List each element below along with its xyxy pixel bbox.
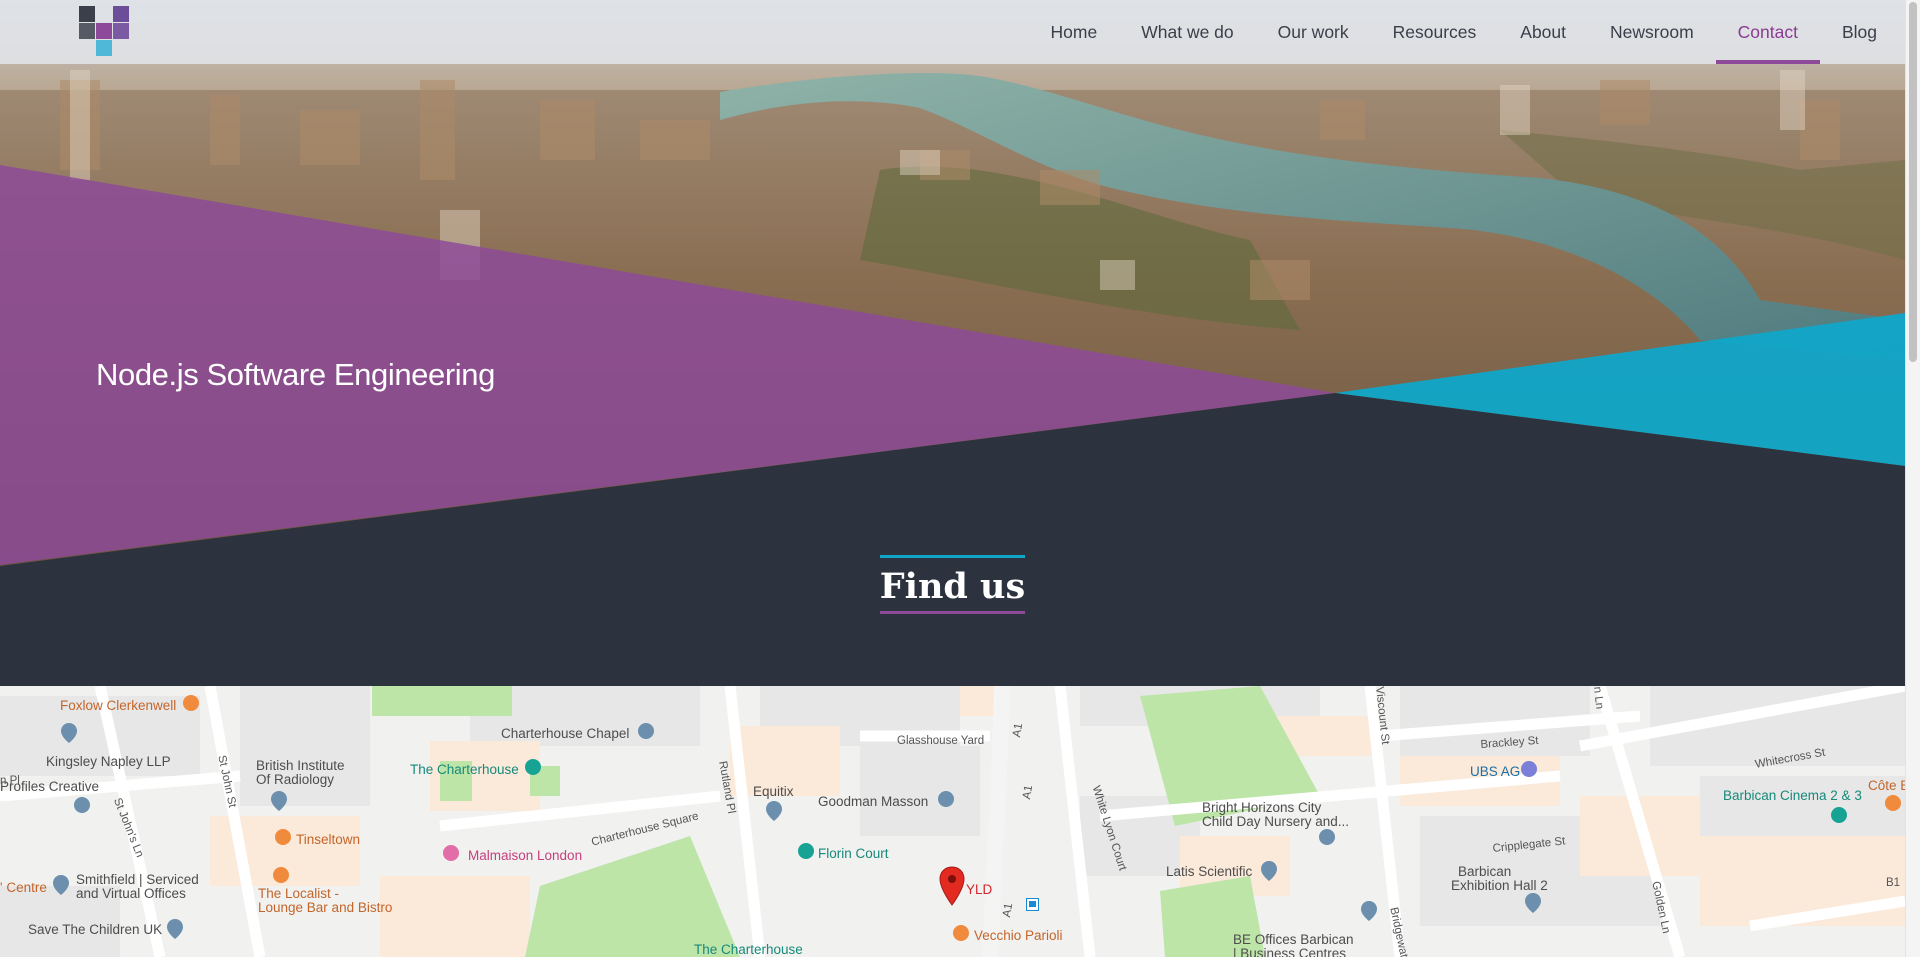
hotel-pin-icon[interactable]: [442, 844, 460, 866]
map-label-the-charterhouse[interactable]: The Charterhouse: [410, 762, 519, 777]
map-base: [0, 686, 1905, 957]
top-navigation: Home What we do Our work Resources About…: [0, 0, 1905, 64]
nav-about[interactable]: About: [1498, 0, 1588, 64]
map-label-malmaison[interactable]: Malmaison London: [468, 848, 582, 863]
map-label-foxlow[interactable]: Foxlow Clerkenwell: [60, 698, 176, 713]
map-label-the-charterhouse-2[interactable]: The Charterhouse: [694, 942, 803, 957]
map-label-be-offices-2[interactable]: | Business Centres: [1233, 946, 1346, 957]
map-label-bright-2[interactable]: Child Day Nursery and...: [1202, 814, 1349, 829]
map-label-barbican-ex-2[interactable]: Exhibition Hall 2: [1451, 878, 1548, 893]
map-label-yld[interactable]: YLD: [966, 882, 992, 897]
map-label-smithfield-1[interactable]: Smithfield | Serviced: [76, 872, 199, 887]
map-label-smithfield-2[interactable]: and Virtual Offices: [76, 886, 186, 901]
map-label-charterhouse-chapel[interactable]: Charterhouse Chapel: [501, 726, 629, 741]
finance-pin-icon[interactable]: [1520, 760, 1538, 782]
place-pin-icon[interactable]: [1360, 900, 1378, 922]
street-ln-top: n Ln: [1591, 686, 1606, 710]
map-label-glasshouse: Glasshouse Yard: [897, 735, 985, 747]
street-pl: n Pl: [0, 775, 20, 787]
street-a1-top: A1: [1010, 722, 1026, 739]
nav-newsroom[interactable]: Newsroom: [1588, 0, 1716, 64]
hero-title: Node.js Software Engineering: [96, 357, 495, 392]
nav-contact[interactable]: Contact: [1715, 0, 1821, 64]
restaurant-pin-icon[interactable]: [1884, 794, 1902, 816]
map-label-vecchio[interactable]: Vecchio Parioli: [974, 928, 1063, 943]
map-label-british-institute-1[interactable]: British Institute: [256, 758, 345, 773]
nav-what-we-do[interactable]: What we do: [1119, 0, 1255, 64]
find-us-heading: Find us: [0, 555, 1905, 614]
nav-home[interactable]: Home: [1029, 0, 1120, 64]
yld-logo[interactable]: [79, 6, 131, 58]
map-label-kingsley[interactable]: Kingsley Napley LLP: [46, 754, 171, 769]
scrollbar-thumb[interactable]: [1909, 2, 1917, 362]
place-pin-icon[interactable]: [765, 800, 783, 822]
map-label-bright-1[interactable]: Bright Horizons City: [1202, 800, 1321, 815]
nav-blog[interactable]: Blog: [1820, 0, 1905, 64]
place-pin-icon[interactable]: [52, 874, 70, 896]
place-pin-icon[interactable]: [1260, 860, 1278, 882]
nav-resources[interactable]: Resources: [1371, 0, 1499, 64]
map-label-barbican-ex-1[interactable]: Barbican: [1458, 864, 1511, 879]
street-a1-mid: A1: [1020, 784, 1036, 801]
map-label-barbican-cinema[interactable]: Barbican Cinema 2 & 3: [1723, 788, 1862, 803]
map-label-be-offices-1[interactable]: BE Offices Barbican: [1233, 932, 1354, 947]
map-label-ubs[interactable]: UBS AG: [1470, 764, 1520, 779]
map-label-british-institute-2[interactable]: Of Radiology: [256, 772, 334, 787]
page-scrollbar[interactable]: [1905, 0, 1920, 957]
find-us-underline: Find us: [879, 555, 1026, 614]
section-title: Find us: [879, 566, 1026, 607]
street-b1: B1: [1886, 877, 1901, 889]
bank-pin-icon[interactable]: [73, 796, 91, 818]
restaurant-pin-icon[interactable]: [952, 924, 970, 946]
map-label-latis[interactable]: Latis Scientific: [1166, 864, 1252, 879]
map-label-tinseltown[interactable]: Tinseltown: [296, 832, 360, 847]
building-pin-icon[interactable]: [797, 842, 815, 864]
location-marker-icon[interactable]: [939, 866, 965, 906]
nav-our-work[interactable]: Our work: [1256, 0, 1371, 64]
hero-banner: Node.js Software Engineering Find us: [0, 0, 1905, 686]
place-pin-icon[interactable]: [166, 918, 184, 940]
map-label-localist-2[interactable]: Lounge Bar and Bistro: [258, 900, 392, 915]
place-pin-icon[interactable]: [1524, 892, 1542, 914]
museum-pin-icon[interactable]: [524, 758, 542, 780]
restaurant-pin-icon[interactable]: [182, 694, 200, 716]
place-pin-icon[interactable]: [270, 790, 288, 812]
place-pin-icon[interactable]: [60, 722, 78, 744]
street-a1-bottom: A1: [1000, 902, 1016, 919]
map-label-cote[interactable]: Côte B: [1868, 778, 1905, 793]
restaurant-pin-icon[interactable]: [272, 866, 290, 888]
map-label-save-children[interactable]: Save The Children UK: [28, 922, 162, 937]
google-map[interactable]: Foxlow Clerkenwell Kingsley Napley LLP P…: [0, 686, 1905, 957]
map-label-goodman[interactable]: Goodman Masson: [818, 794, 928, 809]
page: Node.js Software Engineering Find us Hom…: [0, 0, 1920, 957]
restaurant-pin-icon[interactable]: [274, 828, 292, 850]
school-pin-icon[interactable]: [1318, 828, 1336, 850]
map-label-equitix[interactable]: Equitix: [753, 784, 794, 799]
map-label-centre[interactable]: ' Centre: [0, 880, 47, 895]
bus-stop-icon[interactable]: [1026, 898, 1039, 911]
map-label-localist-1[interactable]: The Localist -: [258, 886, 339, 901]
church-pin-icon[interactable]: [637, 722, 655, 744]
bank-pin-icon[interactable]: [937, 790, 955, 812]
cinema-pin-icon[interactable]: [1830, 806, 1848, 828]
map-label-florin[interactable]: Florin Court: [818, 846, 889, 861]
nav-links: Home What we do Our work Resources About…: [1029, 0, 1905, 64]
